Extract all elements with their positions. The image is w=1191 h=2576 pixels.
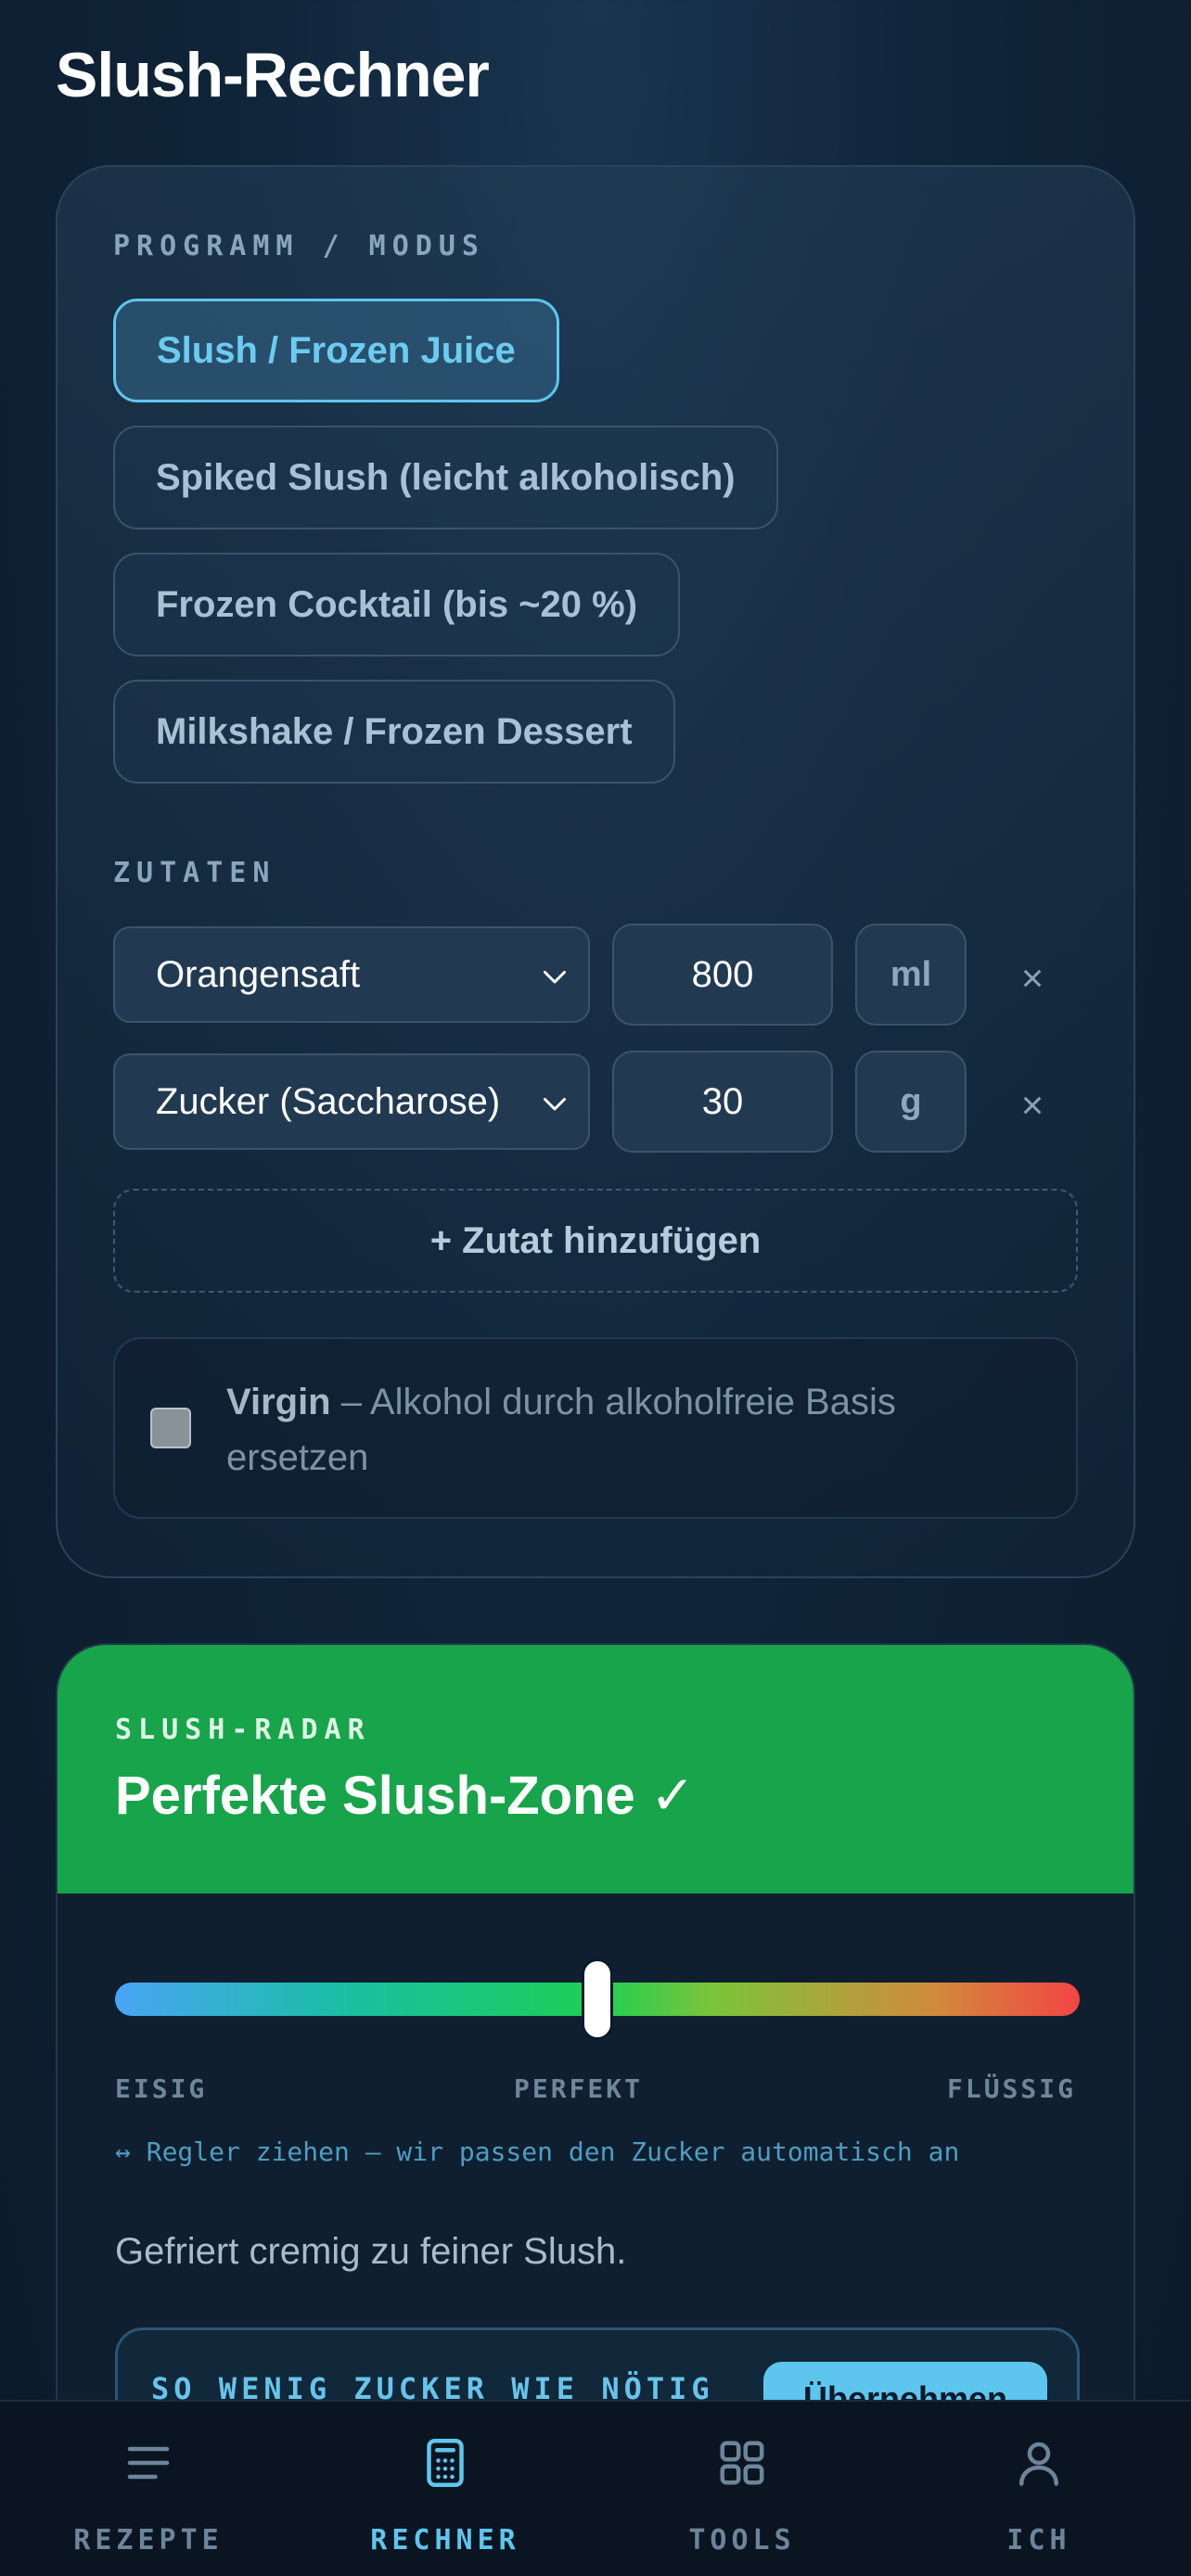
radar-label: SLUSH-RADAR bbox=[115, 1714, 371, 1746]
tab-calculator[interactable]: RECHNER bbox=[297, 2402, 594, 2576]
tab-bar: REZEPTE RECHNER TOOLS ICH bbox=[0, 2400, 1191, 2576]
tab-recipes[interactable]: REZEPTE bbox=[0, 2402, 297, 2576]
add-ingredient-button[interactable]: + Zutat hinzufügen bbox=[113, 1189, 1078, 1293]
virgin-option[interactable]: Virgin – Alkohol durch alkoholfreie Basi… bbox=[113, 1337, 1078, 1519]
mode-button-spiked-slush[interactable]: Spiked Slush (leicht alkoholisch) bbox=[113, 426, 778, 529]
grid-icon bbox=[720, 2441, 764, 2485]
mode-button-frozen-cocktail[interactable]: Frozen Cocktail (bis ~20 %) bbox=[113, 553, 681, 657]
ingredient-unit-button[interactable]: g bbox=[855, 1051, 967, 1153]
tab-label: RECHNER bbox=[370, 2524, 520, 2557]
tab-label: REZEPTE bbox=[73, 2524, 224, 2557]
chevron-down-icon bbox=[544, 1098, 566, 1111]
remove-ingredient-button[interactable]: × bbox=[1009, 1082, 1056, 1129]
radar-description: Gefriert cremig zu feiner Slush. bbox=[115, 2231, 627, 2272]
scale-label-icy: EISIG bbox=[115, 2073, 208, 2104]
scale-label-perfect: PERFEKT bbox=[514, 2073, 644, 2104]
consistency-slider-thumb[interactable] bbox=[582, 1958, 613, 2040]
ingredient-unit-button[interactable]: ml bbox=[855, 924, 967, 1026]
chevron-down-icon bbox=[544, 971, 566, 984]
page-title: Slush-Rechner bbox=[56, 40, 490, 110]
ingredients-section-label: ZUTATEN bbox=[113, 857, 276, 889]
tab-label: ICH bbox=[1006, 2524, 1071, 2557]
ingredient-name: Zucker (Saccharose) bbox=[156, 1080, 501, 1122]
slider-hint: ↔ Regler ziehen – wir passen den Zucker … bbox=[115, 2136, 960, 2167]
scale-label-liquid: FLÜSSIG bbox=[946, 2073, 1076, 2104]
ingredient-name: Orangensaft bbox=[156, 953, 361, 995]
virgin-checkbox[interactable] bbox=[150, 1408, 191, 1448]
ingredient-amount-input[interactable] bbox=[612, 1051, 833, 1153]
mode-button-milkshake[interactable]: Milkshake / Frozen Dessert bbox=[113, 680, 675, 784]
radar-title: Perfekte Slush-Zone ✓ bbox=[115, 1766, 696, 1826]
ingredient-select[interactable]: Zucker (Saccharose) bbox=[113, 1053, 590, 1150]
radar-header: SLUSH-RADAR Perfekte Slush-Zone ✓ bbox=[58, 1645, 1133, 1894]
tab-tools[interactable]: TOOLS bbox=[594, 2402, 890, 2576]
virgin-option-strong: Virgin bbox=[226, 1382, 331, 1422]
tab-profile[interactable]: ICH bbox=[890, 2402, 1187, 2576]
tab-label: TOOLS bbox=[688, 2524, 796, 2557]
virgin-option-text: Virgin – Alkohol durch alkoholfreie Basi… bbox=[226, 1374, 1043, 1486]
program-section-label: PROGRAMM / MODUS bbox=[113, 230, 485, 262]
user-icon bbox=[1019, 2442, 1058, 2486]
mode-button-slush[interactable]: Slush / Frozen Juice bbox=[113, 299, 559, 402]
ingredient-amount-input[interactable] bbox=[612, 924, 833, 1026]
remove-ingredient-button[interactable]: × bbox=[1009, 955, 1056, 1001]
ingredient-select[interactable]: Orangensaft bbox=[113, 926, 590, 1023]
menu-icon bbox=[127, 2446, 170, 2480]
calculator-icon bbox=[427, 2439, 464, 2487]
